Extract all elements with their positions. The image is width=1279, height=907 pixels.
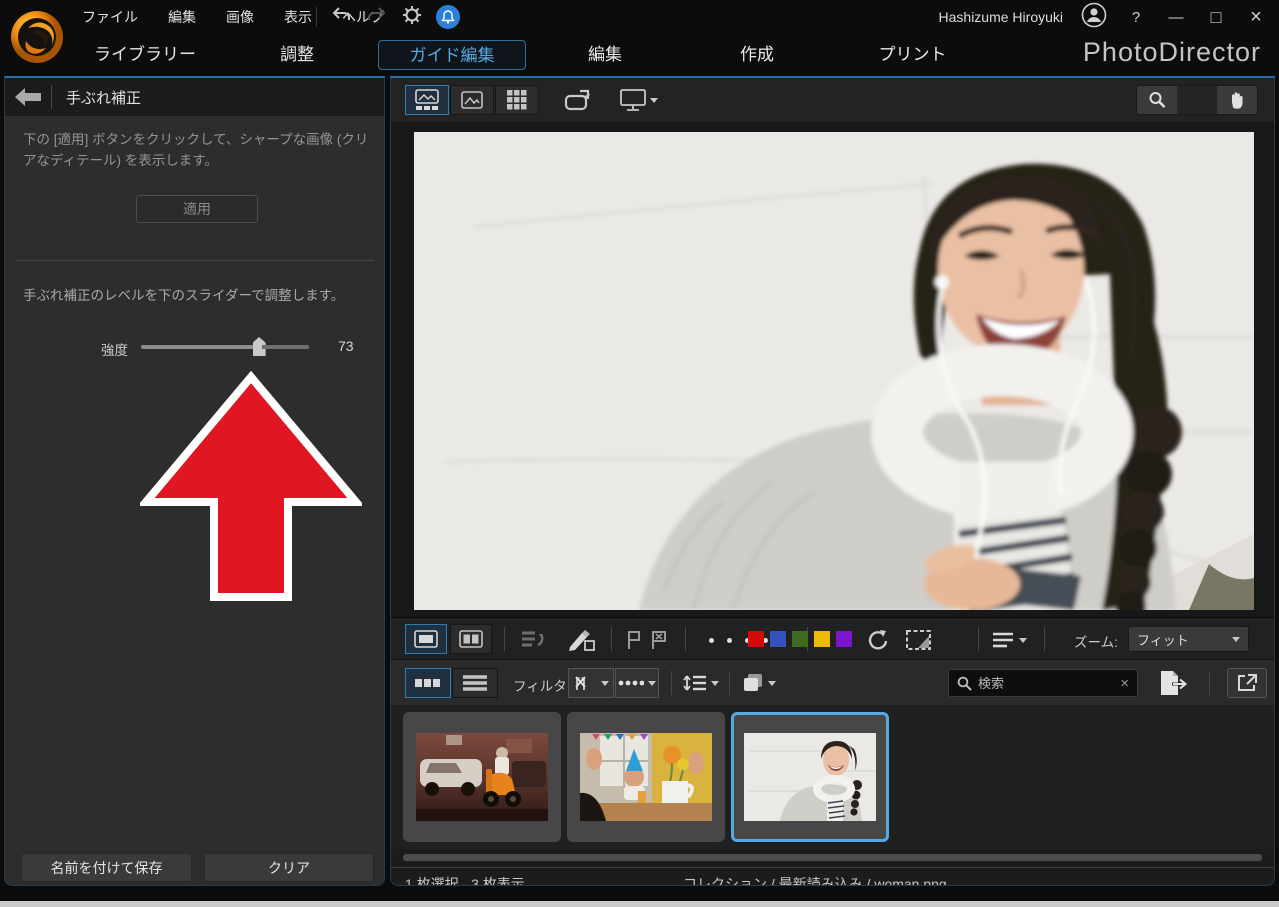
view-mode-single-button[interactable] [450, 85, 494, 115]
close-button[interactable]: × [1245, 6, 1267, 29]
maximize-button[interactable]: □ [1205, 7, 1227, 28]
apply-button[interactable]: 適用 [136, 195, 258, 223]
viewer-toolbar [391, 78, 1274, 122]
menu-view[interactable]: 表示 [284, 7, 312, 27]
photodirector-logo-icon [8, 8, 66, 66]
user-name[interactable]: Hashizume Hiroyuki [939, 9, 1063, 25]
clear-button[interactable]: クリア [204, 853, 374, 882]
filmstrip [391, 705, 1274, 849]
filter-by-flag-dropdown[interactable] [568, 668, 614, 698]
stack-photos-dropdown[interactable] [737, 668, 781, 698]
mode-tabbar: ライブラリー 調整 ガイド編集 編集 作成 プリント PhotoDirector [0, 34, 1279, 76]
color-label-purple[interactable] [836, 631, 852, 647]
strength-slider[interactable] [141, 345, 309, 349]
undo-icon[interactable] [330, 5, 352, 30]
scrollbar-track-line [391, 867, 1274, 868]
search-clear-icon[interactable]: × [1120, 675, 1129, 692]
color-label-red[interactable] [748, 631, 764, 647]
zoom-pan-group [1136, 85, 1258, 115]
tab-print[interactable]: プリント [845, 40, 980, 70]
zoom-level-value: フィット [1137, 630, 1189, 649]
selection-count: 1 枚選択 - 3 枚表示 [405, 874, 525, 886]
menu-edit[interactable]: 編集 [168, 7, 196, 27]
thumbnail-night-scooter[interactable] [403, 712, 561, 842]
photo-breadcrumb: コレクション / 最新読み込み / woman.png [683, 874, 947, 886]
viewer-lower-toolbar: ズーム: フィット [391, 617, 1274, 659]
user-avatar-icon[interactable] [1081, 2, 1107, 33]
guided-edit-panel: 手ぶれ補正 下の [適用] ボタンをクリックして、シャープな画像 (クリアなディ… [4, 76, 385, 886]
slider-thumb[interactable] [253, 337, 266, 356]
panel-title: 手ぶれ補正 [52, 87, 141, 108]
view-mode-grid-button[interactable] [495, 85, 539, 115]
slider-value: 73 [338, 338, 354, 354]
titlebar: ファイル 編集 画像 表示 ヘルプ Hashizume Hiroyuki [0, 0, 1279, 34]
open-in-editor-icon[interactable] [1227, 668, 1267, 698]
red-up-arrow-annotation [140, 371, 362, 608]
search-input[interactable] [978, 676, 1114, 691]
photo-viewer [391, 122, 1274, 617]
adjustment-pencil-icon[interactable] [564, 625, 600, 655]
thumbnail-birthday[interactable] [567, 712, 725, 842]
export-photo-icon[interactable] [1151, 668, 1197, 698]
os-taskbar-edge [0, 901, 1279, 907]
list-view-button[interactable] [452, 668, 498, 698]
zoom-level-dropdown[interactable]: フィット [1128, 626, 1249, 652]
photodirector-window: ファイル 編集 画像 表示 ヘルプ Hashizume Hiroyuki [0, 0, 1279, 907]
crop-rotate-icon[interactable] [899, 625, 939, 655]
filmstrip-scrollbar[interactable] [403, 854, 1262, 861]
tab-guided-edit[interactable]: ガイド編集 [378, 40, 526, 70]
settings-gear-icon[interactable] [402, 5, 422, 30]
color-label-green[interactable] [792, 631, 808, 647]
back-arrow-icon[interactable] [5, 88, 51, 106]
minimize-button[interactable]: — [1165, 9, 1187, 26]
filmstrip-toolbar: フィルター: × [391, 659, 1274, 705]
compare-view-button[interactable] [450, 624, 492, 654]
panel-header: 手ぶれ補正 [5, 78, 384, 116]
tab-create[interactable]: 作成 [692, 40, 822, 70]
panel-divider [15, 260, 374, 261]
tab-edit[interactable]: 編集 [540, 40, 670, 70]
rotate-canvas-icon[interactable] [559, 85, 599, 115]
secondary-monitor-icon[interactable] [615, 85, 663, 115]
show-one-view-button[interactable] [405, 624, 447, 654]
search-icon [957, 676, 972, 691]
zoom-tool-button[interactable] [1137, 86, 1177, 114]
thumbnail-woman-selected[interactable] [731, 712, 889, 842]
panel-description: 下の [適用] ボタンをクリックして、シャープな画像 (クリアなディテール) を… [23, 130, 370, 172]
hand-pan-button[interactable] [1217, 86, 1257, 114]
flag-pick-reject-icons[interactable] [622, 625, 674, 655]
menu-image[interactable]: 画像 [226, 7, 254, 27]
tab-library[interactable]: ライブラリー [80, 40, 210, 70]
rotate-left-icon[interactable] [859, 625, 895, 655]
view-mode-browser-button[interactable] [405, 85, 449, 115]
photo-woman[interactable] [414, 132, 1254, 610]
menu-file[interactable]: ファイル [82, 7, 138, 27]
filter-by-label-dropdown[interactable] [615, 668, 659, 698]
color-label-yellow[interactable] [814, 631, 830, 647]
notifications-bell-icon[interactable] [436, 5, 460, 29]
main-area: ズーム: フィット フィルター: [390, 76, 1275, 886]
status-bar: 1 枚選択 - 3 枚表示 コレクション / 最新読み込み / woman.pn… [391, 872, 1274, 886]
save-as-button[interactable]: 名前を付けて保存 [21, 853, 192, 882]
search-box[interactable]: × [948, 669, 1138, 697]
slider-hint: 手ぶれ補正のレベルを下のスライダーで調整します。 [23, 284, 370, 304]
info-list-dropdown-icon[interactable] [989, 625, 1031, 655]
strength-slider-row: 強度 73 [5, 336, 384, 358]
sort-order-dropdown[interactable] [679, 668, 723, 698]
color-label-blue[interactable] [770, 631, 786, 647]
titlebar-separator [316, 7, 317, 27]
slider-label: 強度 [101, 339, 128, 359]
history-icon[interactable] [517, 625, 551, 655]
help-button[interactable]: ? [1125, 9, 1147, 26]
app-wordmark: PhotoDirector [1083, 37, 1261, 68]
thumbnail-view-button[interactable] [405, 668, 451, 698]
redo-icon[interactable] [366, 5, 388, 30]
zoom-label: ズーム: [1074, 631, 1118, 651]
tab-adjust[interactable]: 調整 [232, 40, 362, 70]
